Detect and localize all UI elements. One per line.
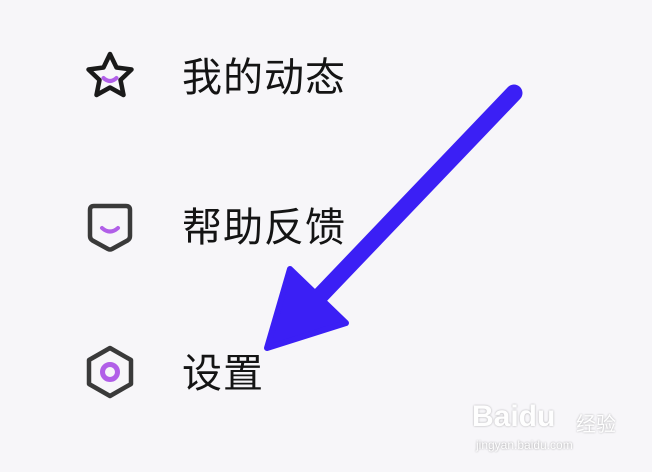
feedback-icon — [78, 196, 142, 260]
watermark-brand: Baidu — [472, 400, 556, 433]
menu-item-label: 设置 — [182, 351, 264, 397]
menu-item-label: 我的动态 — [182, 55, 346, 101]
star-icon — [78, 46, 142, 110]
menu-item-help-feedback[interactable]: 帮助反馈 — [0, 178, 652, 278]
menu-item-label: 帮助反馈 — [182, 205, 346, 251]
settings-hexagon-icon — [78, 340, 142, 404]
baidu-jingyan-watermark: Baidu 经验 jingyan.baidu.com — [472, 396, 622, 456]
watermark-url: jingyan.baidu.com — [476, 438, 573, 452]
watermark-name: 经验 — [576, 412, 616, 436]
menu-item-my-dynamics[interactable]: 我的动态 — [0, 28, 652, 128]
